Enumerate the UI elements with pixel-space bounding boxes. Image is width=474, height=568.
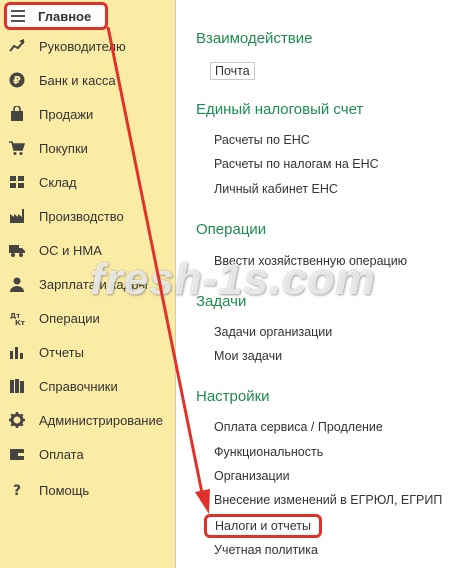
sidebar-item-management[interactable]: Руководителю <box>0 29 176 63</box>
person-icon <box>9 276 25 292</box>
sidebar-item-purchases[interactable]: Покупки <box>0 131 176 165</box>
link-ens-settlements[interactable]: Расчеты по ЕНС <box>214 133 310 147</box>
sidebar-item-reports[interactable]: Отчеты <box>0 335 176 369</box>
link-org-tasks[interactable]: Задачи организации <box>214 325 332 339</box>
sidebar-item-label: Оплата <box>39 446 84 462</box>
section-title-interaction: Взаимодействие <box>196 30 313 47</box>
link-functionality[interactable]: Функциональность <box>214 445 323 459</box>
sidebar-item-label: Производство <box>39 208 124 224</box>
sidebar-item-label: Администрирование <box>39 412 163 428</box>
section-title-settings: Настройки <box>196 388 270 405</box>
link-ens-account[interactable]: Личный кабинет ЕНС <box>214 182 338 196</box>
sidebar-item-label: Помощь <box>39 482 90 498</box>
chart-trend-icon <box>9 38 25 54</box>
gear-icon <box>9 412 25 428</box>
bar-chart-icon <box>9 344 25 360</box>
section-title-tasks: Задачи <box>196 293 247 310</box>
link-service-payment[interactable]: Оплата сервиса / Продление <box>214 420 383 434</box>
sidebar-item-production[interactable]: Производство <box>0 199 176 233</box>
sidebar-item-label: Справочники <box>39 378 118 394</box>
sidebar-item-label: Продажи <box>39 106 94 122</box>
question-icon: ? <box>9 482 25 498</box>
shopping-bag-icon <box>9 106 25 122</box>
sidebar-item-operations[interactable]: Дт Кт Операции <box>0 301 176 335</box>
sidebar-item-salary[interactable]: Зарплата и кадры <box>0 267 176 301</box>
sidebar-item-main[interactable]: Главное <box>4 2 108 30</box>
truck-icon <box>9 242 25 258</box>
sidebar-item-label: Отчеты <box>39 344 84 360</box>
dt-kt-icon: Дт Кт <box>9 310 25 326</box>
sidebar-item-warehouse[interactable]: Склад <box>0 165 176 199</box>
link-my-tasks[interactable]: Мои задачи <box>214 349 282 363</box>
sidebar-item-bank[interactable]: ₽ Банк и касса <box>0 63 176 97</box>
main-content: Взаимодействие Почта Единый налоговый сч… <box>176 0 474 568</box>
sidebar-item-sales[interactable]: Продажи <box>0 97 176 131</box>
link-accounting-policy[interactable]: Учетная политика <box>214 543 318 557</box>
sidebar-item-administration[interactable]: Администрирование <box>0 403 176 437</box>
link-enter-operation[interactable]: Ввести хозяйственную операцию <box>214 254 407 268</box>
sidebar-item-label: Покупки <box>39 140 88 156</box>
sidebar-item-help[interactable]: ? Помощь <box>0 473 176 507</box>
section-title-ens: Единый налоговый счет <box>196 101 364 118</box>
ruble-coin-icon: ₽ <box>9 72 25 88</box>
section-title-operations: Операции <box>196 221 267 238</box>
sidebar-item-label: Банк и касса <box>39 72 116 88</box>
sidebar-item-label: Операции <box>39 310 100 326</box>
sidebar-item-label: Главное <box>38 8 92 24</box>
menu-icon <box>10 8 26 24</box>
sidebar: Главное Руководителю ₽ Банк и касса Прод… <box>0 0 176 568</box>
sidebar-item-label: Руководителю <box>39 38 126 54</box>
factory-icon <box>9 208 25 224</box>
sidebar-item-directories[interactable]: Справочники <box>0 369 176 403</box>
sidebar-item-label: ОС и НМА <box>39 242 102 258</box>
link-ens-tax-settlements[interactable]: Расчеты по налогам на ЕНС <box>214 157 379 171</box>
link-taxes-and-reports[interactable]: Налоги и отчеты <box>204 514 322 538</box>
sidebar-item-label: Склад <box>39 174 77 190</box>
sidebar-item-payment[interactable]: Оплата <box>0 437 176 471</box>
sidebar-item-label: Зарплата и кадры <box>39 276 148 292</box>
sidebar-item-fixed-assets[interactable]: ОС и НМА <box>0 233 176 267</box>
svg-text:Кт: Кт <box>15 319 25 326</box>
warehouse-grid-icon <box>9 174 25 190</box>
cart-icon <box>9 140 25 156</box>
svg-text:₽: ₽ <box>13 74 21 87</box>
svg-text:?: ? <box>13 483 21 498</box>
books-icon <box>9 378 25 394</box>
wallet-icon <box>9 446 25 462</box>
link-mail[interactable]: Почта <box>210 62 255 80</box>
link-egrul-changes[interactable]: Внесение изменений в ЕГРЮЛ, ЕГРИП <box>214 493 442 507</box>
link-organizations[interactable]: Организации <box>214 469 290 483</box>
